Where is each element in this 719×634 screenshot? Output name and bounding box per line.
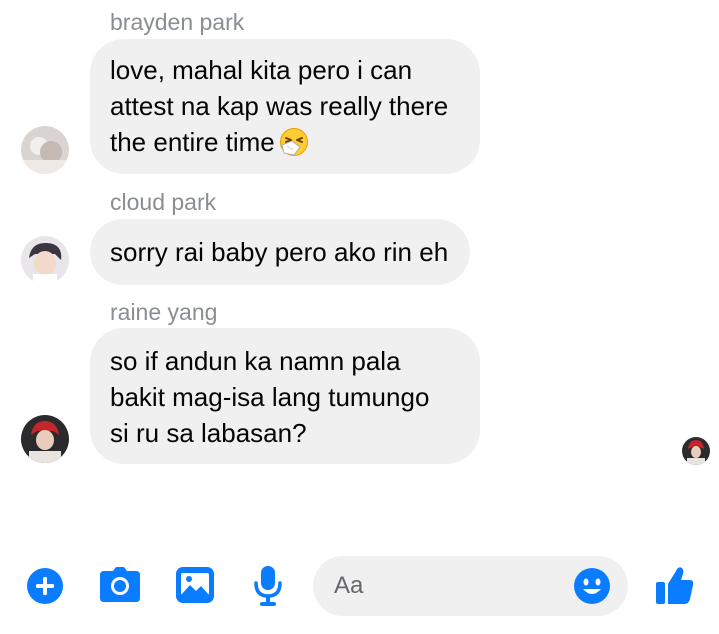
image-icon[interactable]	[175, 566, 215, 604]
message-composer[interactable]	[313, 556, 628, 616]
message-line-with-emoji: the entire time	[110, 124, 460, 160]
message-line: sorry rai baby pero ako rin eh	[110, 237, 449, 267]
camera-icon[interactable]	[98, 566, 142, 604]
read-receipt-avatar	[682, 437, 710, 465]
thumbs-up-icon[interactable]	[655, 564, 695, 606]
read-receipt-photo	[682, 437, 710, 465]
sender-name: cloud park	[110, 189, 217, 215]
message-bubble[interactable]: sorry rai baby pero ako rin eh	[90, 219, 470, 285]
avatar-photo	[21, 236, 69, 284]
plus-icon[interactable]	[27, 568, 63, 604]
sneezing-face-emoji	[279, 128, 308, 156]
avatar[interactable]	[21, 126, 69, 174]
sender-name: brayden park	[110, 9, 245, 35]
message-line: si ru sa labasan?	[110, 418, 307, 448]
message-line: attest na kap was really there	[110, 91, 449, 121]
message-line-text: the entire time	[110, 127, 275, 157]
sender-name: raine yang	[110, 299, 218, 325]
message-bubble[interactable]: so if andun ka namn pala bakit mag-isa l…	[90, 328, 480, 464]
microphone-icon[interactable]	[253, 565, 283, 607]
emoji-icon[interactable]	[573, 567, 611, 605]
message-line: so if andun ka namn pala	[110, 346, 401, 376]
avatar-photo	[21, 126, 69, 174]
message-bubble[interactable]: love, mahal kita pero i can attest na ka…	[90, 39, 480, 174]
message-line: love, mahal kita pero i can	[110, 55, 413, 85]
avatar-photo	[21, 415, 69, 463]
message-input[interactable]	[334, 556, 554, 616]
avatar[interactable]	[21, 236, 69, 284]
message-line: bakit mag-isa lang tumungo	[110, 382, 430, 412]
avatar[interactable]	[21, 415, 69, 463]
